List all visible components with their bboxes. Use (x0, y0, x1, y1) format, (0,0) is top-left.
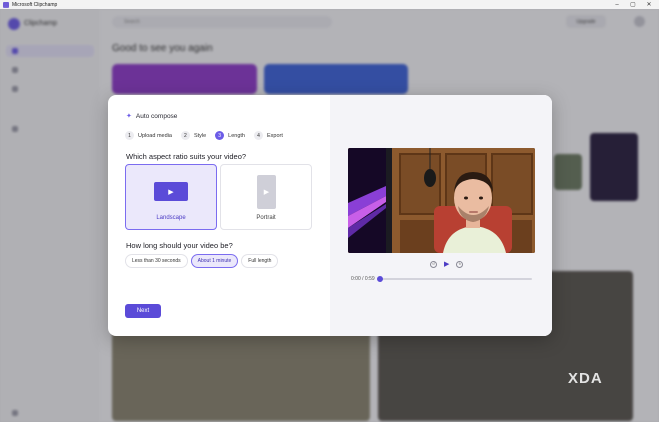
seek-handle[interactable] (377, 276, 383, 282)
step-label: Export (267, 132, 283, 139)
step-number: 1 (125, 131, 134, 140)
playback-controls: ↺ ▶ ↻ (426, 260, 467, 268)
next-button[interactable]: Next (125, 304, 161, 318)
length-options: Less than 30 seconds About 1 minute Full… (125, 254, 281, 268)
length-option-1-minute[interactable]: About 1 minute (190, 254, 239, 268)
video-preview[interactable] (348, 148, 535, 253)
aspect-ratio-question: Which aspect ratio suits your video? (126, 152, 247, 161)
step-number: 4 (254, 131, 263, 140)
close-icon[interactable]: ✕ (642, 0, 656, 9)
step-length[interactable]: 3 Length (215, 131, 245, 140)
rewind-icon[interactable]: ↺ (430, 260, 437, 268)
length-option-full[interactable]: Full length (241, 254, 279, 268)
minimize-icon[interactable]: – (610, 0, 624, 9)
step-label: Style (193, 132, 207, 139)
preview-pane: ↺ ▶ ↻ 0:00 / 0:59 (330, 95, 552, 336)
step-number: 2 (180, 131, 190, 140)
auto-compose-dialog: ✦ Auto compose 1 Upload media 2 Style 3 … (108, 95, 552, 336)
length-question: How long should your video be? (126, 241, 233, 250)
forward-icon[interactable]: ↻ (456, 260, 464, 268)
maximize-icon[interactable]: ▢ (626, 0, 640, 9)
video-frame-image (348, 148, 535, 253)
step-number: 3 (215, 131, 225, 140)
step-label: Upload media (138, 132, 172, 139)
step-label: Length (228, 132, 245, 139)
step-export[interactable]: 4 Export (254, 131, 283, 140)
title-bar: Microsoft Clipchamp – ▢ ✕ (0, 0, 659, 9)
portrait-label: Portrait (256, 215, 276, 221)
landscape-option[interactable]: ▶ Landscape (125, 164, 217, 230)
length-option-under-30s[interactable]: Less than 30 seconds (125, 254, 188, 268)
landscape-play-icon: ▶ (154, 182, 188, 201)
dialog-header: ✦ Auto compose (126, 112, 178, 121)
playback-time: 0:00 / 0:59 (351, 276, 375, 282)
step-style[interactable]: 2 Style (180, 131, 207, 140)
step-upload-media[interactable]: 1 Upload media (125, 131, 172, 140)
portrait-option[interactable]: ▶ Portrait (220, 164, 312, 230)
magic-wand-icon: ✦ (126, 113, 132, 120)
seek-bar[interactable] (380, 278, 532, 280)
stepper: 1 Upload media 2 Style 3 Length 4 Export (125, 131, 292, 140)
xda-watermark: XDA (568, 370, 603, 387)
dialog-title: Auto compose (135, 112, 178, 120)
landscape-label: Landscape (156, 215, 186, 221)
window-title: Microsoft Clipchamp (12, 1, 58, 8)
play-icon[interactable]: ▶ (444, 260, 449, 268)
portrait-play-icon: ▶ (257, 175, 276, 209)
clipchamp-app-icon (3, 1, 9, 8)
